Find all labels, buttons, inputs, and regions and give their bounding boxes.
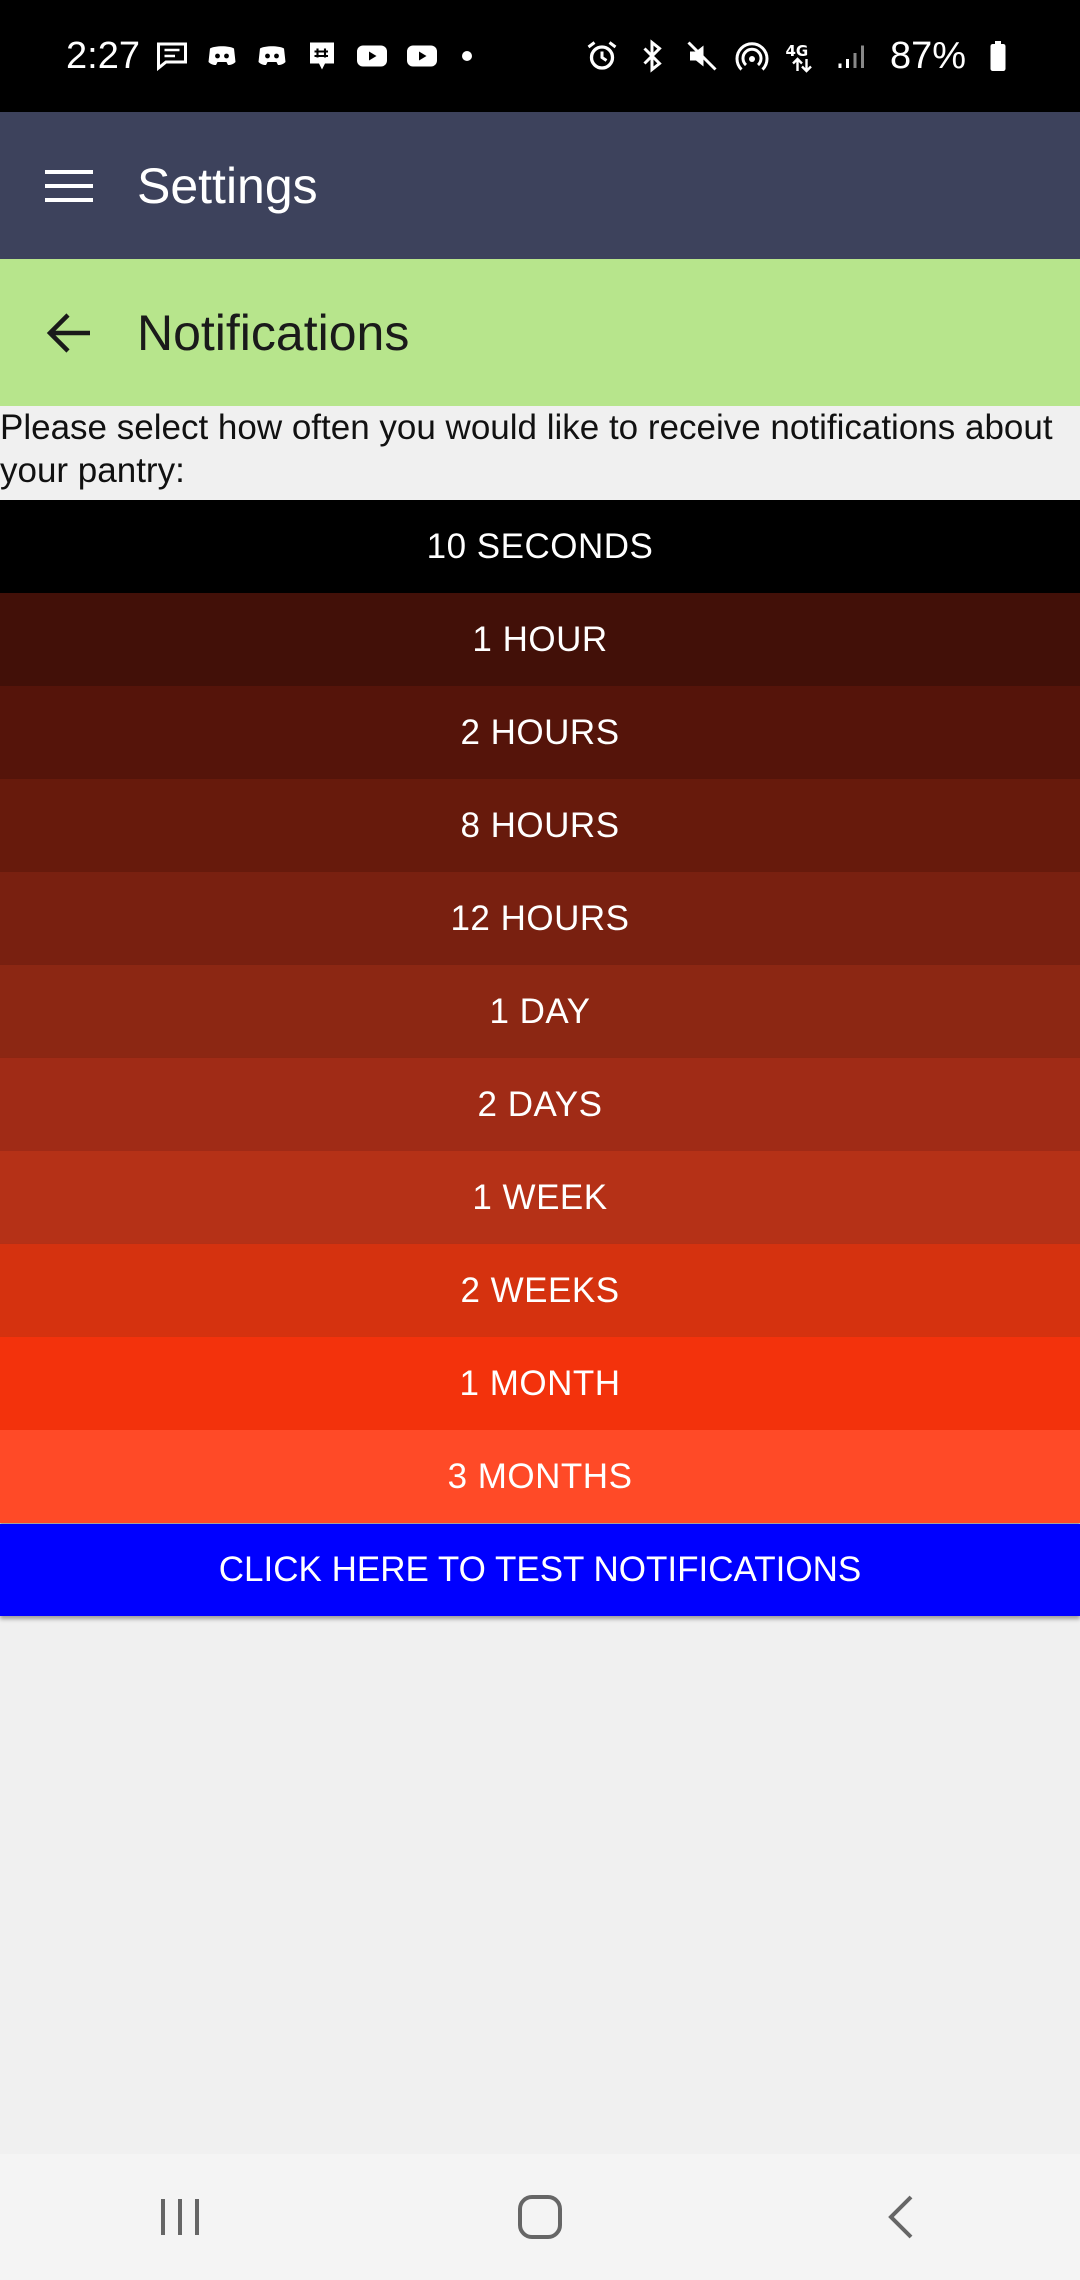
youtube-icon — [354, 38, 390, 74]
frequency-option[interactable]: 8 HOURS — [0, 779, 1080, 872]
notifications-header: Notifications — [0, 259, 1080, 406]
notification-frequency-description: Please select how often you would like t… — [0, 408, 1053, 490]
bluetooth-icon — [634, 38, 670, 74]
message-icon — [154, 38, 190, 74]
recent-apps-button[interactable] — [90, 2154, 270, 2280]
battery-percent: 87% — [889, 34, 966, 77]
status-time: 2:27 — [66, 34, 140, 77]
frequency-option[interactable]: 2 WEEKS — [0, 1244, 1080, 1337]
frequency-option[interactable]: 2 HOURS — [0, 686, 1080, 779]
frequency-option[interactable]: 10 SECONDS — [0, 500, 1080, 593]
lte-icon: 4G — [784, 38, 820, 74]
chevron-left-icon — [888, 2195, 913, 2239]
menu-button[interactable] — [0, 112, 137, 259]
alarm-icon — [584, 38, 620, 74]
frequency-options: 10 SECONDS 1 HOUR 2 HOURS 8 HOURS 12 HOURS 1 … — [0, 500, 1080, 1523]
status-right: 4G 87% — [584, 35, 1016, 78]
arrow-left-icon — [46, 312, 90, 353]
status-left: 2:27 — [66, 35, 472, 78]
signal-icon — [834, 38, 870, 74]
page-title: Settings — [137, 157, 318, 214]
groupme-icon — [304, 38, 340, 74]
mute-icon — [684, 38, 720, 74]
frequency-option[interactable]: 1 HOUR — [0, 593, 1080, 686]
test-notifications-button[interactable]: CLICK HERE TO TEST NOTIFICATIONS — [0, 1524, 1080, 1616]
system-navigation-bar — [0, 2154, 1080, 2280]
battery-icon — [980, 38, 1016, 74]
hotspot-icon — [734, 38, 770, 74]
section-title: Notifications — [137, 304, 410, 361]
hamburger-menu-icon — [44, 169, 93, 202]
discord-icon — [204, 38, 240, 74]
more-notifications-dot — [461, 51, 472, 61]
discord-icon — [254, 38, 290, 74]
recent-apps-icon — [161, 2199, 199, 2235]
home-icon — [518, 2195, 562, 2239]
frequency-option[interactable]: 3 MONTHS — [0, 1430, 1080, 1523]
status-bar: 2:27 4G 87% — [0, 0, 1080, 112]
frequency-option[interactable]: 1 WEEK — [0, 1151, 1080, 1244]
frequency-option[interactable]: 2 DAYS — [0, 1058, 1080, 1151]
home-button[interactable] — [450, 2154, 630, 2280]
settings-app-bar: Settings — [0, 112, 1080, 259]
frequency-option[interactable]: 1 DAY — [0, 965, 1080, 1058]
youtube-icon — [404, 38, 440, 74]
system-back-button[interactable] — [810, 2154, 990, 2280]
svg-text:4G: 4G — [785, 42, 808, 60]
back-button[interactable] — [0, 259, 137, 406]
frequency-option[interactable]: 1 MONTH — [0, 1337, 1080, 1430]
frequency-option[interactable]: 12 HOURS — [0, 872, 1080, 965]
